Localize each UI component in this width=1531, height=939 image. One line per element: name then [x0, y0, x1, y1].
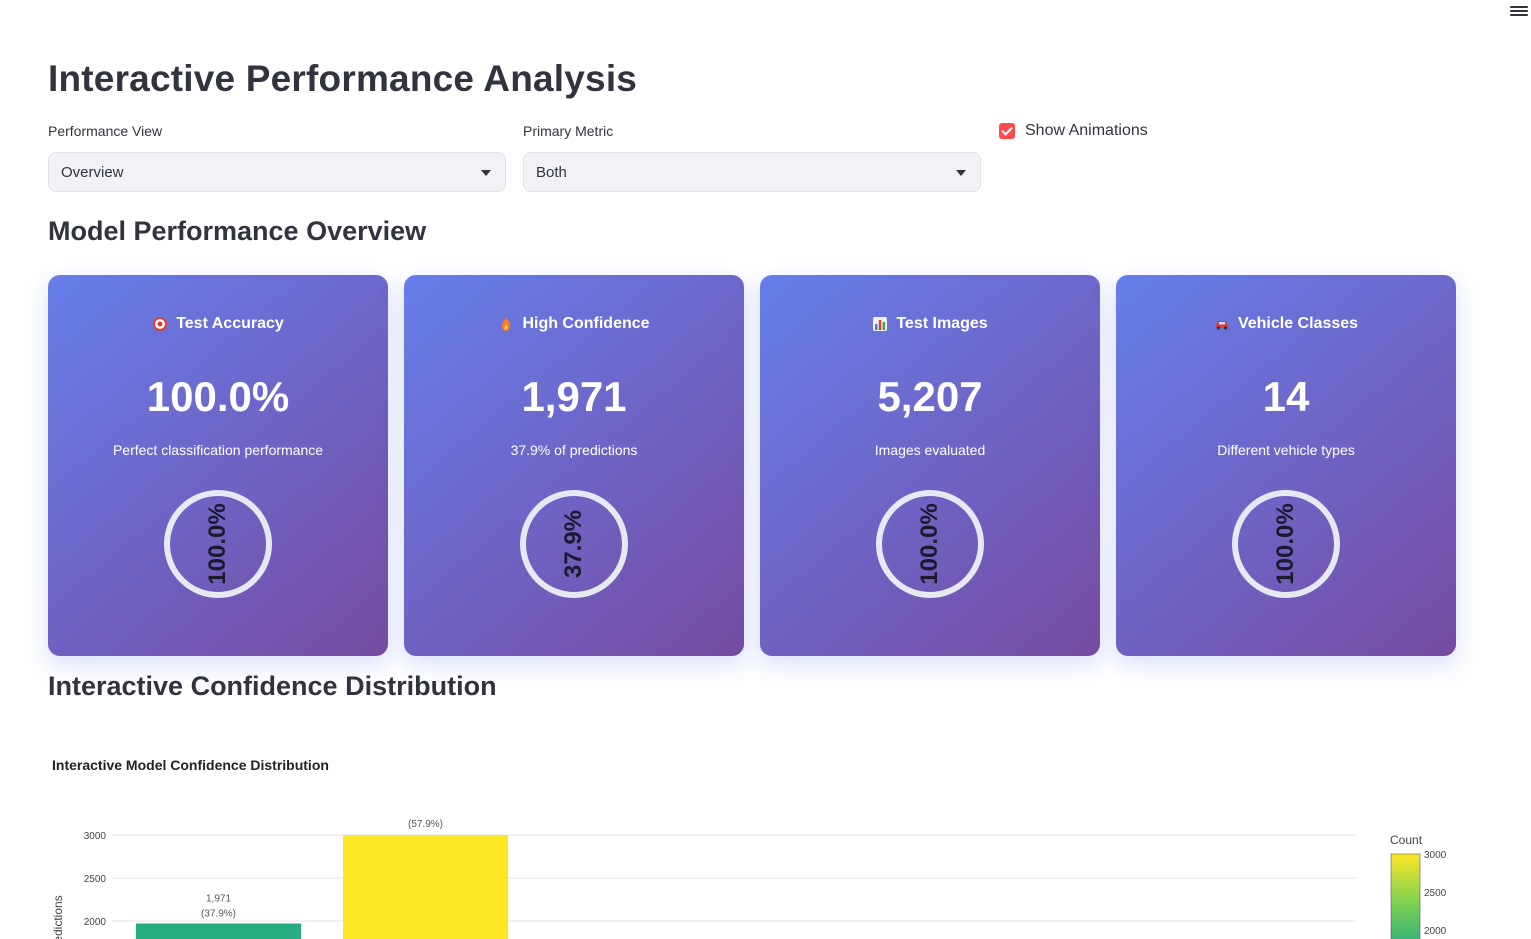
bar	[136, 923, 301, 939]
chart-icon	[873, 317, 888, 331]
y-tick-label: 2500	[84, 874, 107, 885]
confidence-bar-chart[interactable]: 2000 2500 3000 Predictions 1,971 (37.9%) (57.9…	[0, 800, 1531, 939]
metric-card-test-images: Test Images 5,207 Images evaluated 100.0…	[760, 275, 1100, 656]
progress-ring: 100.0%	[876, 490, 984, 598]
y-tick-label: 2000	[84, 917, 107, 928]
primary-metric-select[interactable]: Both	[523, 152, 981, 192]
colorbar-tick-label: 2000	[1424, 926, 1447, 937]
ring-label: 100.0%	[1272, 503, 1299, 585]
card-value: 14	[1262, 373, 1310, 420]
card-title: High Confidence	[522, 315, 650, 332]
metric-card-test-accuracy: Test Accuracy 100.0% Perfect classificat…	[48, 275, 388, 656]
progress-ring: 100.0%	[164, 490, 272, 598]
card-value: 1,971	[521, 373, 627, 420]
target-icon	[153, 317, 168, 331]
card-title: Test Accuracy	[176, 315, 284, 332]
primary-metric-label: Primary Metric	[523, 123, 614, 139]
checkbox-checked-icon[interactable]	[999, 123, 1015, 139]
car-icon	[1215, 321, 1228, 330]
metric-card-high-confidence: High Confidence 1,971 37.9% of predictio…	[404, 275, 744, 656]
show-animations-checkbox[interactable]: Show Animations	[999, 122, 1148, 140]
progress-ring: 37.9%	[520, 490, 628, 598]
progress-ring: 100.0%	[1232, 490, 1340, 598]
card-value: 5,207	[877, 373, 983, 420]
chart-title: Interactive Model Confidence Distributio…	[52, 757, 329, 773]
card-title: Test Images	[896, 315, 988, 332]
bar	[343, 835, 508, 939]
card-value: 100.0%	[146, 373, 290, 420]
bar-percent-label: (37.9%)	[201, 908, 236, 919]
chevron-down-icon	[481, 170, 491, 176]
colorbar-title: Count	[1390, 833, 1423, 847]
ring-label: 100.0%	[916, 503, 943, 585]
card-title: Vehicle Classes	[1237, 315, 1359, 332]
chevron-down-icon	[956, 170, 966, 176]
primary-metric-value: Both	[536, 163, 567, 181]
performance-view-label: Performance View	[48, 123, 163, 139]
card-subtitle: Different vehicle types	[1217, 442, 1355, 458]
metric-card-vehicle-classes: Vehicle Classes 14 Different vehicle typ…	[1116, 275, 1456, 656]
bar-value-label: 1,971	[206, 893, 231, 904]
y-axis-label: Predictions	[51, 895, 65, 939]
colorbar-tick-label: 2500	[1424, 888, 1447, 899]
card-subtitle: Images evaluated	[874, 442, 986, 458]
performance-view-value: Overview	[61, 163, 124, 181]
fire-icon	[502, 317, 511, 331]
ring-label: 100.0%	[204, 503, 231, 585]
page-title: Interactive Performance Analysis	[48, 58, 638, 99]
performance-view-select[interactable]: Overview	[48, 152, 506, 192]
hamburger-menu-icon[interactable]	[1510, 4, 1528, 18]
colorbar-tick-label: 3000	[1424, 850, 1447, 861]
card-subtitle: 37.9% of predictions	[510, 442, 638, 458]
colorbar	[1390, 853, 1421, 939]
bar-percent-label: (57.9%)	[408, 819, 443, 830]
ring-label: 37.9%	[560, 509, 587, 579]
y-tick-label: 3000	[84, 831, 107, 842]
confidence-section-title: Interactive Confidence Distribution	[48, 671, 497, 701]
show-animations-label: Show Animations	[1025, 122, 1148, 139]
overview-section-title: Model Performance Overview	[48, 216, 427, 246]
card-subtitle: Perfect classification performance	[112, 442, 324, 458]
